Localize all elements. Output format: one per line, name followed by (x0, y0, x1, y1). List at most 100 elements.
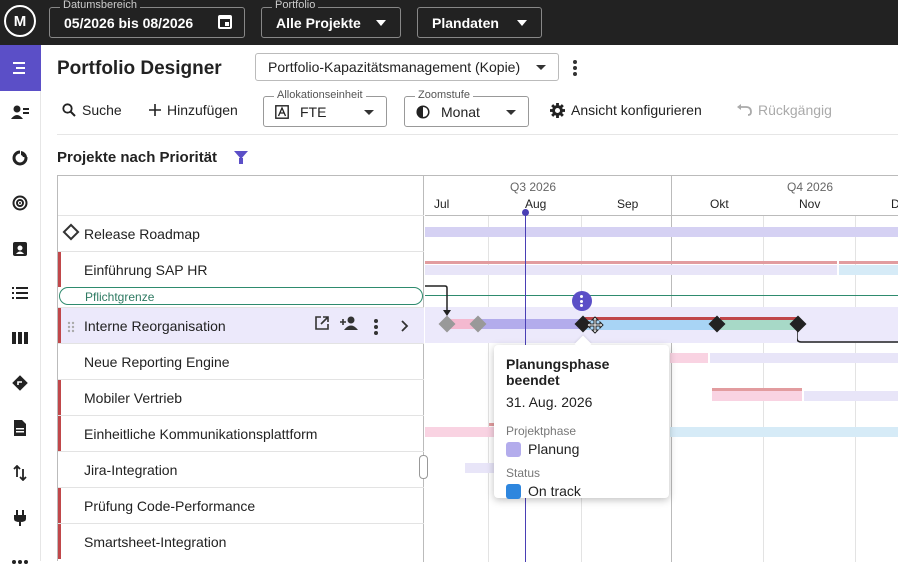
top-bar: M Datumsbereich 05/2026 bis 08/2026 Port… (0, 0, 898, 45)
nav-item-portfolio[interactable] (0, 45, 41, 91)
plug-icon[interactable] (11, 509, 29, 527)
list-icon[interactable] (11, 284, 29, 302)
filter-icon[interactable] (234, 151, 248, 164)
list-item[interactable]: Einheitliche Kommunikationsplattform (58, 415, 424, 451)
tooltip-phase-value: Planung (528, 441, 580, 457)
allocation-unit-select[interactable]: Allokationseinheit FTE (263, 89, 387, 127)
view-more-icon[interactable] (573, 60, 577, 78)
row-label: Release Roadmap (84, 226, 200, 242)
add-button[interactable]: Hinzufügen (149, 102, 238, 118)
list-item[interactable]: Neue Reporting Engine (58, 343, 424, 379)
undo-icon (737, 104, 752, 116)
date-range-value: 05/2026 bis 08/2026 (64, 14, 194, 31)
phase-bar[interactable] (720, 320, 798, 330)
swap-icon[interactable] (11, 464, 29, 482)
date-range-legend: Datumsbereich (60, 0, 140, 11)
phase-bar[interactable] (710, 353, 898, 363)
add-label: Hinzufügen (167, 102, 238, 118)
milestone-menu-button[interactable] (572, 291, 592, 311)
list-item[interactable]: Prüfung Code-Performance (58, 487, 424, 523)
row-label: Neue Reporting Engine (84, 354, 230, 370)
gear-icon (550, 102, 565, 118)
phase-bar[interactable] (465, 463, 495, 473)
project-bar[interactable] (839, 265, 898, 275)
badge-icon[interactable] (11, 239, 29, 257)
list-item[interactable]: Einführung SAP HR (58, 251, 424, 287)
row-label: Mobiler Vertrieb (84, 390, 183, 406)
month-label: Sep (617, 197, 639, 211)
list-item[interactable]: Smartsheet-Integration (58, 523, 424, 559)
phase-bar[interactable] (585, 320, 718, 330)
list-item[interactable]: Jira-Integration (58, 451, 424, 487)
chevron-down-icon (517, 20, 527, 26)
progress-line (425, 261, 837, 264)
chevron-down-icon (364, 110, 374, 115)
chevron-right-icon[interactable] (401, 320, 409, 332)
zoom-level-select[interactable]: Zoomstufe Monat (404, 89, 529, 127)
page-title: Portfolio Designer (57, 58, 222, 79)
toolbar-divider (57, 134, 898, 135)
tooltip-phase: Planung (506, 441, 657, 457)
left-nav (0, 45, 41, 564)
route-icon[interactable] (11, 374, 29, 392)
date-range-field[interactable]: Datumsbereich 05/2026 bis 08/2026 (49, 0, 245, 38)
phase-bar[interactable] (804, 391, 898, 401)
phase-bar[interactable] (712, 391, 802, 401)
dependency-arrow (425, 285, 451, 316)
roadmap-bar[interactable] (425, 227, 898, 237)
target-icon[interactable] (11, 194, 29, 212)
list-item[interactable]: Mobiler Vertrieb (58, 379, 424, 415)
open-external-icon[interactable] (315, 316, 329, 330)
dependency-line (797, 324, 898, 343)
dataset-value: Plandaten (432, 14, 499, 31)
month-label: Aug (525, 197, 547, 211)
month-label: Okt (710, 197, 729, 211)
add-person-icon[interactable] (340, 316, 359, 330)
calendar-icon[interactable] (218, 15, 232, 29)
row-label: Einführung SAP HR (84, 262, 208, 278)
portfolio-select[interactable]: Portfolio Alle Projekte (261, 0, 401, 38)
donut-icon[interactable] (11, 149, 29, 167)
list-item[interactable]: Release Roadmap (58, 215, 424, 251)
row-label: Jira-Integration (84, 462, 178, 478)
plus-icon (149, 104, 161, 116)
drag-handle-icon[interactable] (67, 320, 75, 333)
configure-view-label: Ansicht konfigurieren (571, 102, 702, 118)
configure-view-button[interactable]: Ansicht konfigurieren (550, 102, 702, 118)
search-label: Suche (82, 102, 122, 118)
progress-line (839, 261, 898, 264)
zoom-level-value: Monat (441, 104, 480, 120)
phase-color-swatch (506, 441, 521, 457)
resize-handle[interactable] (419, 455, 428, 479)
undo-button[interactable]: Rückgängig (736, 102, 832, 118)
more-icon[interactable] (11, 551, 29, 569)
list-item[interactable]: Interne Reorganisation (58, 307, 424, 343)
menu-icon (13, 62, 29, 74)
allocation-unit-legend: Allokationseinheit (274, 89, 366, 101)
chevron-down-icon (536, 65, 546, 70)
phase-bar[interactable] (670, 353, 708, 363)
tooltip-status-value: On track (528, 483, 581, 499)
tooltip-status: On track (506, 483, 657, 499)
phase-bar[interactable] (670, 427, 898, 437)
row-more-icon[interactable] (374, 319, 378, 337)
phase-bar-planning[interactable] (479, 319, 583, 329)
zoom-level-legend: Zoomstufe (415, 89, 473, 101)
more-vert-icon (580, 295, 584, 309)
columns-icon[interactable] (11, 329, 29, 347)
view-select[interactable]: Portfolio-Kapazitätsmanagement (Kopie) (255, 53, 559, 81)
today-marker (522, 209, 529, 216)
document-icon[interactable] (11, 419, 29, 437)
project-list: Release Roadmap Einführung SAP HR Pflich… (58, 176, 424, 562)
portfolio-value: Alle Projekte (276, 14, 361, 31)
project-bar[interactable] (425, 265, 837, 275)
people-icon[interactable] (11, 104, 29, 122)
search-button[interactable]: Suche (62, 102, 122, 118)
phase-bar[interactable] (425, 427, 489, 437)
app-logo[interactable]: M (4, 5, 36, 37)
move-cursor-icon (586, 316, 604, 334)
dataset-select[interactable]: Plandaten (417, 7, 542, 38)
milestone-tooltip: Planungsphase beendet 31. Aug. 2026 Proj… (494, 345, 669, 499)
search-icon (62, 103, 76, 117)
portfolio-legend: Portfolio (272, 0, 319, 11)
